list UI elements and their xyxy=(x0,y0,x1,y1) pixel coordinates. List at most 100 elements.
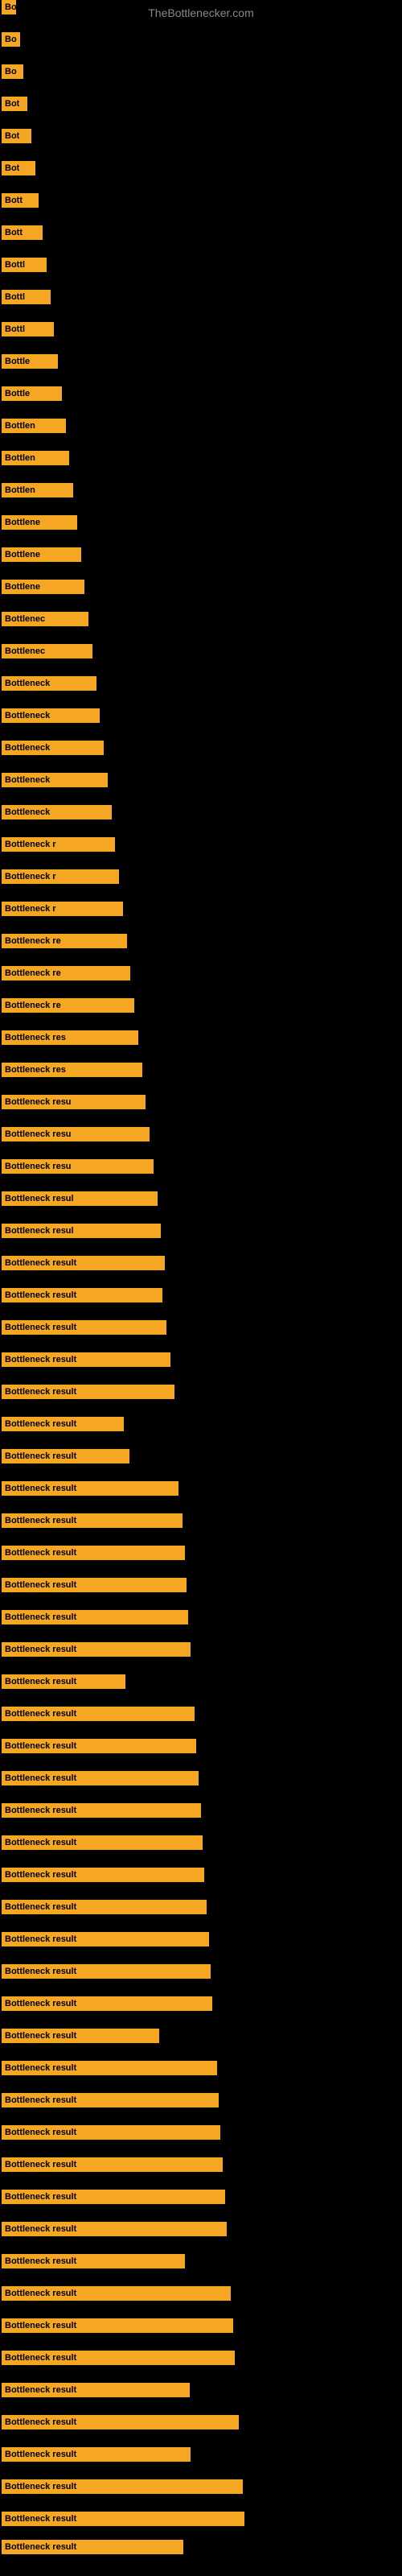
bottleneck-label: Bottleneck result xyxy=(2,2415,239,2429)
list-item: Bottleneck result xyxy=(2,1707,195,1725)
list-item: Bottl xyxy=(2,290,51,308)
list-item: Bottle xyxy=(2,386,62,405)
bottleneck-label: Bottleneck result xyxy=(2,1996,212,2011)
list-item: Bottleneck xyxy=(2,773,108,791)
bottleneck-label: Bottleneck xyxy=(2,773,108,787)
bottleneck-label: Bottleneck result xyxy=(2,2222,227,2236)
bottleneck-label: Bottleneck re xyxy=(2,998,134,1013)
list-item: Bottleneck result xyxy=(2,1449,129,1468)
list-item: Bottleneck result xyxy=(2,2222,227,2240)
list-item: Bottleneck result xyxy=(2,2447,191,2466)
list-item: Bottleneck result xyxy=(2,1642,191,1661)
bottleneck-label: Bottleneck result xyxy=(2,2093,219,2107)
list-item: Bottleneck result xyxy=(2,2125,220,2144)
bottleneck-label: Bottle xyxy=(2,386,62,401)
list-item: Bottleneck result xyxy=(2,2029,159,2047)
list-item: Bottlene xyxy=(2,547,81,566)
list-item: Bottleneck resu xyxy=(2,1095,146,1113)
bottleneck-label: Bottleneck xyxy=(2,708,100,723)
bottleneck-label: Bottleneck result xyxy=(2,1964,211,1979)
list-item: Bottleneck resu xyxy=(2,1159,154,1178)
bottleneck-label: Bottleneck re xyxy=(2,934,127,948)
list-item: Bottleneck resul xyxy=(2,1224,161,1242)
bottleneck-label: Bottleneck result xyxy=(2,1835,203,1850)
list-item: Bottleneck result xyxy=(2,1771,199,1790)
bottleneck-label: Bottleneck r xyxy=(2,902,123,916)
list-item: Bottleneck resul xyxy=(2,1191,158,1210)
bottleneck-label: Bottleneck result xyxy=(2,2254,185,2268)
list-item: Bottleneck result xyxy=(2,2351,235,2369)
list-item: Bottleneck result xyxy=(2,1546,185,1564)
list-item: Bottleneck result xyxy=(2,2061,217,2079)
list-item: Bottleneck result xyxy=(2,1256,165,1274)
list-item: Bottleneck result xyxy=(2,2254,185,2273)
bottleneck-label: Bottleneck result xyxy=(2,1288,162,1302)
bottleneck-label: Bottle xyxy=(2,354,58,369)
bottleneck-label: Bottleneck result xyxy=(2,1417,124,1431)
list-item: Bottleneck result xyxy=(2,2415,239,2434)
bottleneck-label: Bottleneck result xyxy=(2,1739,196,1753)
bottleneck-label: Bottleneck result xyxy=(2,1513,183,1528)
list-item: Bottlen xyxy=(2,419,66,437)
bottleneck-label: Bottlen xyxy=(2,451,69,465)
list-item: Bot xyxy=(2,161,35,180)
list-item: Bott xyxy=(2,193,39,212)
bottleneck-label: Bo xyxy=(2,32,20,47)
bottleneck-label: Bottleneck resul xyxy=(2,1191,158,1206)
list-item: Bottleneck r xyxy=(2,902,123,920)
bottleneck-label: Bottleneck result xyxy=(2,1707,195,1721)
bottleneck-label: Bott xyxy=(2,225,43,240)
list-item: Bottleneck result xyxy=(2,2157,223,2176)
bottleneck-label: Bottleneck result xyxy=(2,2125,220,2140)
list-item: Bottlenec xyxy=(2,644,92,663)
bottleneck-label: Bottleneck result xyxy=(2,1546,185,1560)
list-item: Bottleneck result xyxy=(2,1288,162,1307)
bottleneck-label: Bottleneck result xyxy=(2,1932,209,1946)
list-item: Bottleneck resu xyxy=(2,1127,150,1146)
list-item: Bottleneck result xyxy=(2,1385,174,1403)
bottleneck-label: Bottlenec xyxy=(2,612,88,626)
bottleneck-label: Bottleneck result xyxy=(2,1771,199,1785)
list-item: Bottleneck result xyxy=(2,2540,183,2558)
bottleneck-label: Bottleneck result xyxy=(2,1449,129,1463)
bottleneck-label: Bottleneck result xyxy=(2,1481,178,1496)
list-item: Bottleneck re xyxy=(2,998,134,1017)
bottleneck-label: Bottlen xyxy=(2,419,66,433)
items-container: BoBoBoBotBotBotBottBottBottlBottlBottlBo… xyxy=(0,0,402,2560)
bottleneck-label: Bottlenec xyxy=(2,644,92,658)
list-item: Bottleneck result xyxy=(2,1610,188,1629)
list-item: Bottleneck result xyxy=(2,2383,190,2401)
bottleneck-label: Bottleneck result xyxy=(2,2512,244,2526)
bottleneck-label: Bottleneck xyxy=(2,741,104,755)
list-item: Bottleneck result xyxy=(2,2479,243,2498)
list-item: Bottleneck result xyxy=(2,2318,233,2337)
bottleneck-label: Bottleneck res xyxy=(2,1063,142,1077)
list-item: Bottleneck re xyxy=(2,966,130,985)
bottleneck-label: Bot xyxy=(2,161,35,175)
bottleneck-label: Bottleneck r xyxy=(2,869,119,884)
bottleneck-label: Bottleneck re xyxy=(2,966,130,980)
bottleneck-label: Bottleneck result xyxy=(2,1385,174,1399)
list-item: Bottleneck xyxy=(2,741,104,759)
bottleneck-label: Bottl xyxy=(2,290,51,304)
list-item: Bottleneck result xyxy=(2,2286,231,2305)
bottleneck-label: Bottleneck result xyxy=(2,2061,217,2075)
bottleneck-label: Bottl xyxy=(2,258,47,272)
list-item: Bottleneck result xyxy=(2,1578,187,1596)
list-item: Bottleneck result xyxy=(2,1996,212,2015)
bottleneck-label: Bottleneck result xyxy=(2,2479,243,2494)
bottleneck-label: Bottleneck resu xyxy=(2,1159,154,1174)
bottleneck-label: Bottleneck result xyxy=(2,1868,204,1882)
list-item: Bottleneck result xyxy=(2,1320,166,1339)
list-item: Bott xyxy=(2,225,43,244)
list-item: Bottleneck xyxy=(2,676,96,695)
bottleneck-label: Bottleneck result xyxy=(2,1803,201,1818)
list-item: Bo xyxy=(2,64,23,83)
bottleneck-label: Bottleneck result xyxy=(2,1610,188,1624)
bottleneck-label: Bottl xyxy=(2,322,54,336)
list-item: Bottleneck result xyxy=(2,1481,178,1500)
list-item: Bottlen xyxy=(2,451,69,469)
list-item: Bottleneck result xyxy=(2,1835,203,1854)
bottleneck-label: Bot xyxy=(2,129,31,143)
bottleneck-label: Bottlen xyxy=(2,483,73,497)
